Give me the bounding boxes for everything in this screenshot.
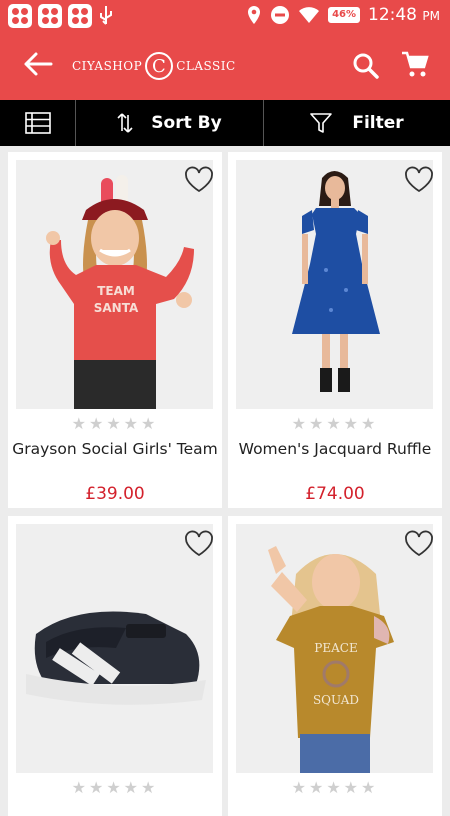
product-card[interactable]: ★★★★★ bbox=[8, 516, 222, 816]
back-arrow-icon[interactable] bbox=[22, 50, 54, 78]
clock-ampm: PM bbox=[422, 9, 440, 23]
battery-indicator: 46% bbox=[328, 7, 360, 23]
girl-peace-tee-image: PEACE SQUAD bbox=[236, 524, 433, 773]
rating-stars: ★★★★★ bbox=[71, 414, 159, 433]
logo-mark: C bbox=[145, 52, 174, 80]
blue-dress-image bbox=[236, 160, 433, 409]
svg-text:SQUAD: SQUAD bbox=[313, 693, 359, 707]
wifi-icon bbox=[299, 7, 320, 23]
svg-text:PEACE: PEACE bbox=[314, 641, 357, 655]
status-bar: 46% 12:48 PM bbox=[0, 0, 450, 32]
product-card[interactable]: PEACE SQUAD ★★★★★ bbox=[228, 516, 442, 816]
listing-toolbar: Sort By Filter bbox=[0, 100, 450, 146]
location-icon bbox=[248, 6, 261, 24]
product-card[interactable]: TEAM SANTA ★★★★★ Grayson Social Girls' T… bbox=[8, 152, 222, 508]
wishlist-heart-icon[interactable] bbox=[184, 530, 214, 558]
product-image[interactable]: TEAM SANTA bbox=[16, 160, 213, 409]
rating-stars: ★★★★★ bbox=[291, 778, 379, 797]
view-toggle-button[interactable] bbox=[0, 100, 76, 146]
app-notification-icon bbox=[8, 4, 32, 28]
product-image[interactable] bbox=[236, 160, 433, 409]
product-price: £39.00 bbox=[85, 484, 145, 504]
product-image[interactable] bbox=[16, 524, 213, 773]
wishlist-heart-icon[interactable] bbox=[404, 166, 434, 194]
list-view-icon bbox=[24, 112, 51, 134]
app-notification-icon bbox=[38, 4, 62, 28]
search-icon[interactable] bbox=[352, 52, 380, 80]
rating-stars: ★★★★★ bbox=[291, 414, 379, 433]
wishlist-heart-icon[interactable] bbox=[184, 166, 214, 194]
svg-text:TEAM: TEAM bbox=[97, 284, 135, 298]
logo-left-text: CIYASHOP bbox=[72, 59, 143, 73]
sort-button[interactable]: Sort By bbox=[76, 100, 264, 146]
logo-right-text: CLASSIC bbox=[176, 59, 236, 73]
wishlist-heart-icon[interactable] bbox=[404, 530, 434, 558]
clock: 12:48 PM bbox=[368, 5, 440, 25]
girl-red-hoodie-image: TEAM SANTA bbox=[16, 160, 213, 409]
filter-button[interactable]: Filter bbox=[264, 100, 450, 146]
sort-label: Sort By bbox=[151, 113, 222, 133]
app-header: CIYASHOP C CLASSIC bbox=[0, 32, 450, 100]
filter-funnel-icon bbox=[310, 113, 333, 133]
product-price: £74.00 bbox=[305, 484, 365, 504]
usb-icon bbox=[100, 6, 112, 25]
rating-stars: ★★★★★ bbox=[71, 778, 159, 797]
do-not-disturb-icon bbox=[271, 6, 290, 24]
product-image[interactable]: PEACE SQUAD bbox=[236, 524, 433, 773]
filter-label: Filter bbox=[352, 113, 404, 133]
black-sneaker-image bbox=[16, 524, 213, 773]
product-name[interactable]: Grayson Social Girls' Team bbox=[8, 440, 222, 458]
cart-icon[interactable] bbox=[400, 50, 430, 80]
product-grid: TEAM SANTA ★★★★★ Grayson Social Girls' T… bbox=[0, 146, 450, 816]
sort-arrows-icon bbox=[117, 113, 133, 133]
clock-time: 12:48 bbox=[368, 5, 417, 25]
product-card[interactable]: ★★★★★ Women's Jacquard Ruffle £74.00 bbox=[228, 152, 442, 508]
svg-text:SANTA: SANTA bbox=[94, 301, 139, 315]
product-name[interactable]: Women's Jacquard Ruffle bbox=[228, 440, 442, 458]
app-notification-icon bbox=[68, 4, 92, 28]
brand-logo[interactable]: CIYASHOP C CLASSIC bbox=[72, 52, 236, 80]
